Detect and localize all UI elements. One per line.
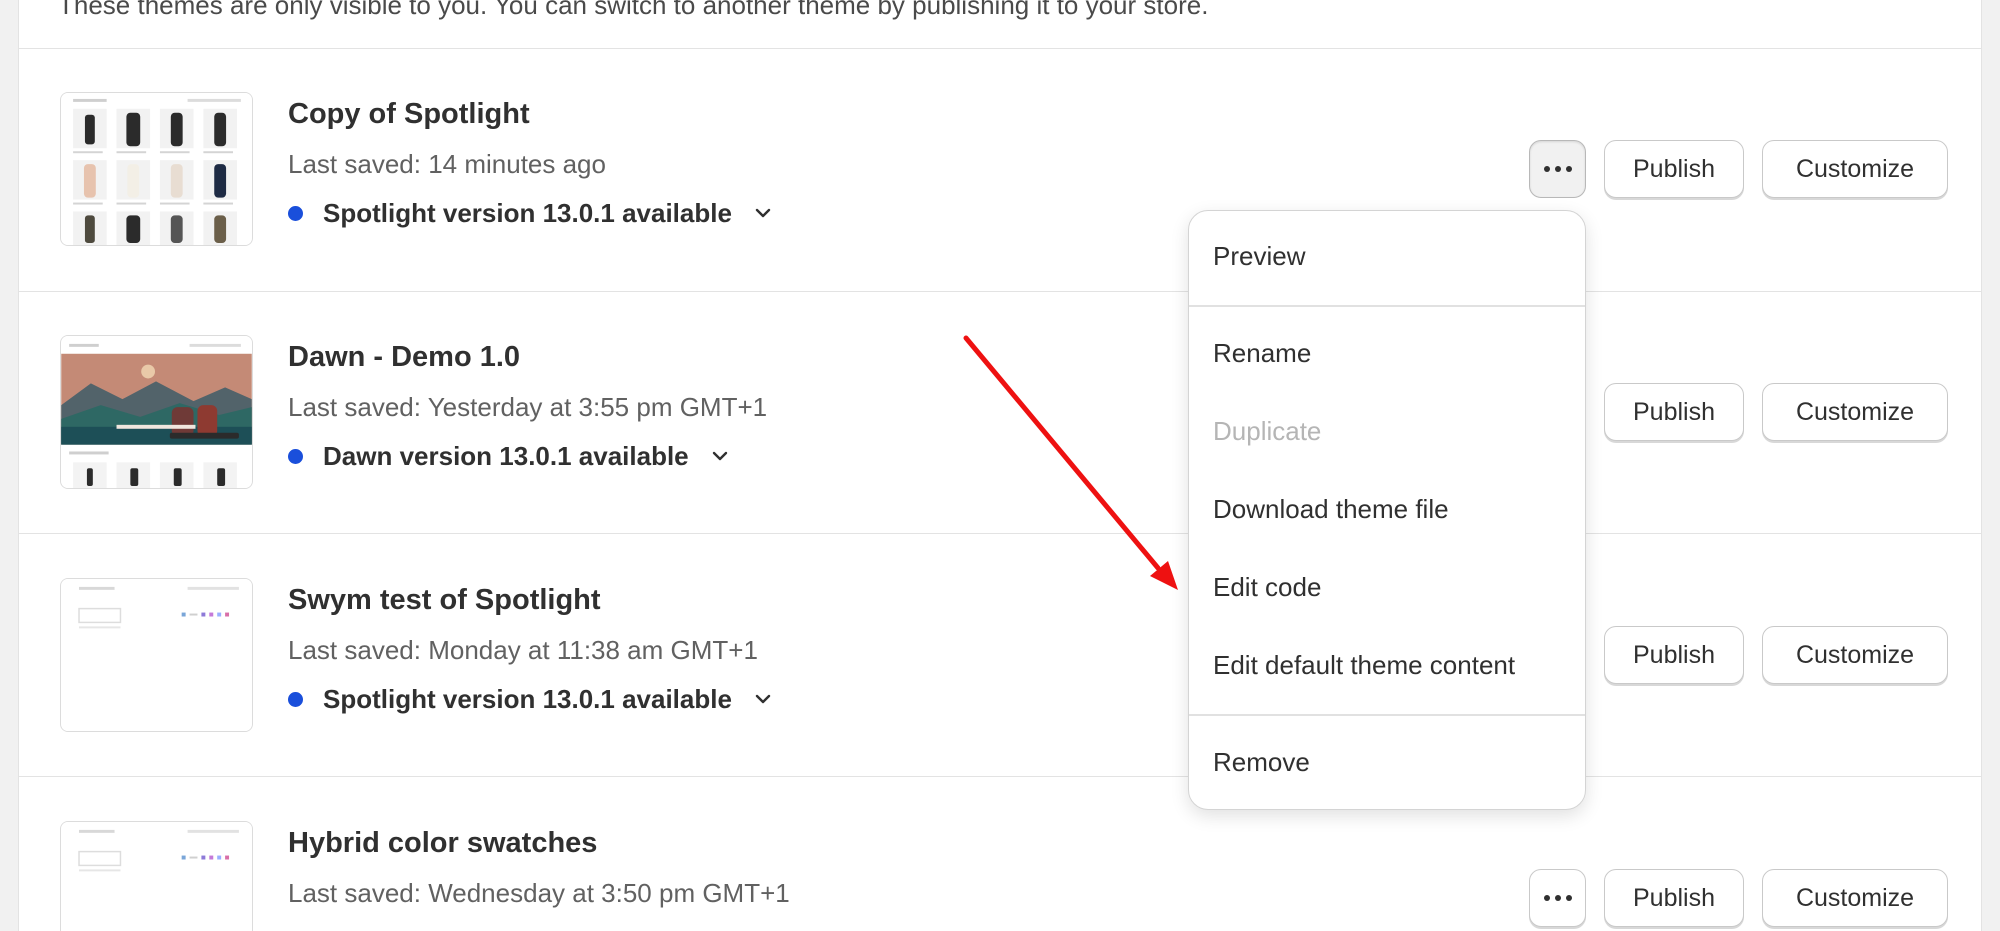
intro-text: These themes are only visible to you. Yo… xyxy=(58,0,1209,20)
menu-item-duplicate: Duplicate xyxy=(1213,416,1322,446)
theme-thumbnail[interactable] xyxy=(60,578,253,732)
last-saved: Last saved: 14 minutes ago xyxy=(288,149,606,179)
customize-button[interactable]: Customize xyxy=(1762,140,1948,198)
thumbnail-blank-store xyxy=(61,822,252,931)
blue-dot-icon xyxy=(288,691,303,707)
customize-button[interactable]: Customize xyxy=(1762,869,1948,927)
divider xyxy=(19,776,1981,777)
blue-dot-icon xyxy=(288,205,303,221)
update-label: Spotlight version 13.0.1 available xyxy=(323,197,732,228)
theme-thumbnail[interactable] xyxy=(60,335,253,489)
menu-item-preview[interactable]: Preview xyxy=(1213,241,1305,272)
menu-item-edit-code[interactable]: Edit code xyxy=(1213,572,1321,603)
theme-name[interactable]: Dawn - Demo 1.0 xyxy=(288,341,520,374)
customize-button[interactable]: Customize xyxy=(1762,383,1948,441)
ellipsis-icon xyxy=(1543,166,1572,172)
menu-separator xyxy=(1189,714,1585,716)
update-available[interactable]: Spotlight version 13.0.1 available xyxy=(288,682,772,716)
chevron-down-icon xyxy=(755,208,771,218)
menu-item-rename[interactable]: Rename xyxy=(1213,338,1311,369)
blue-dot-icon xyxy=(288,448,303,464)
publish-button[interactable]: Publish xyxy=(1604,626,1744,684)
theme-name[interactable]: Copy of Spotlight xyxy=(288,98,530,131)
theme-thumbnail[interactable] xyxy=(60,821,253,931)
theme-name[interactable]: Swym test of Spotlight xyxy=(288,584,601,617)
update-label: Spotlight version 13.0.1 available xyxy=(323,683,732,714)
divider xyxy=(19,48,1981,49)
chevron-down-icon xyxy=(712,451,727,461)
divider xyxy=(19,291,1981,292)
update-available[interactable]: Dawn version 13.0.1 available xyxy=(288,439,729,473)
ellipsis-icon xyxy=(1543,895,1572,901)
menu-item-download-theme-file[interactable]: Download theme file xyxy=(1213,494,1449,525)
theme-thumbnail[interactable] xyxy=(60,92,253,246)
divider xyxy=(19,533,1981,534)
customize-button[interactable]: Customize xyxy=(1762,626,1948,684)
menu-separator xyxy=(1189,305,1585,307)
publish-button[interactable]: Publish xyxy=(1604,383,1744,441)
menu-item-remove[interactable]: Remove xyxy=(1213,747,1310,778)
thumbnail-dawn-landscape xyxy=(61,336,252,488)
thumbnail-blank-store xyxy=(61,579,252,731)
thumbnail-spotlight-products xyxy=(61,93,252,245)
last-saved: Last saved: Yesterday at 3:55 pm GMT+1 xyxy=(288,392,768,422)
menu-item-edit-default-theme-content[interactable]: Edit default theme content xyxy=(1213,650,1515,681)
more-actions-button[interactable] xyxy=(1529,140,1586,198)
publish-button[interactable]: Publish xyxy=(1604,869,1744,927)
more-actions-button[interactable] xyxy=(1529,869,1586,927)
theme-actions-menu: Preview Rename Duplicate Download theme … xyxy=(1188,210,1586,810)
chevron-down-icon xyxy=(755,694,771,704)
publish-button[interactable]: Publish xyxy=(1604,140,1744,198)
theme-name[interactable]: Hybrid color swatches xyxy=(288,827,597,860)
last-saved: Last saved: Wednesday at 3:50 pm GMT+1 xyxy=(288,878,790,908)
update-label: Dawn version 13.0.1 available xyxy=(323,440,689,471)
update-available[interactable]: Spotlight version 13.0.1 available xyxy=(288,196,772,230)
last-saved: Last saved: Monday at 11:38 am GMT+1 xyxy=(288,635,758,665)
